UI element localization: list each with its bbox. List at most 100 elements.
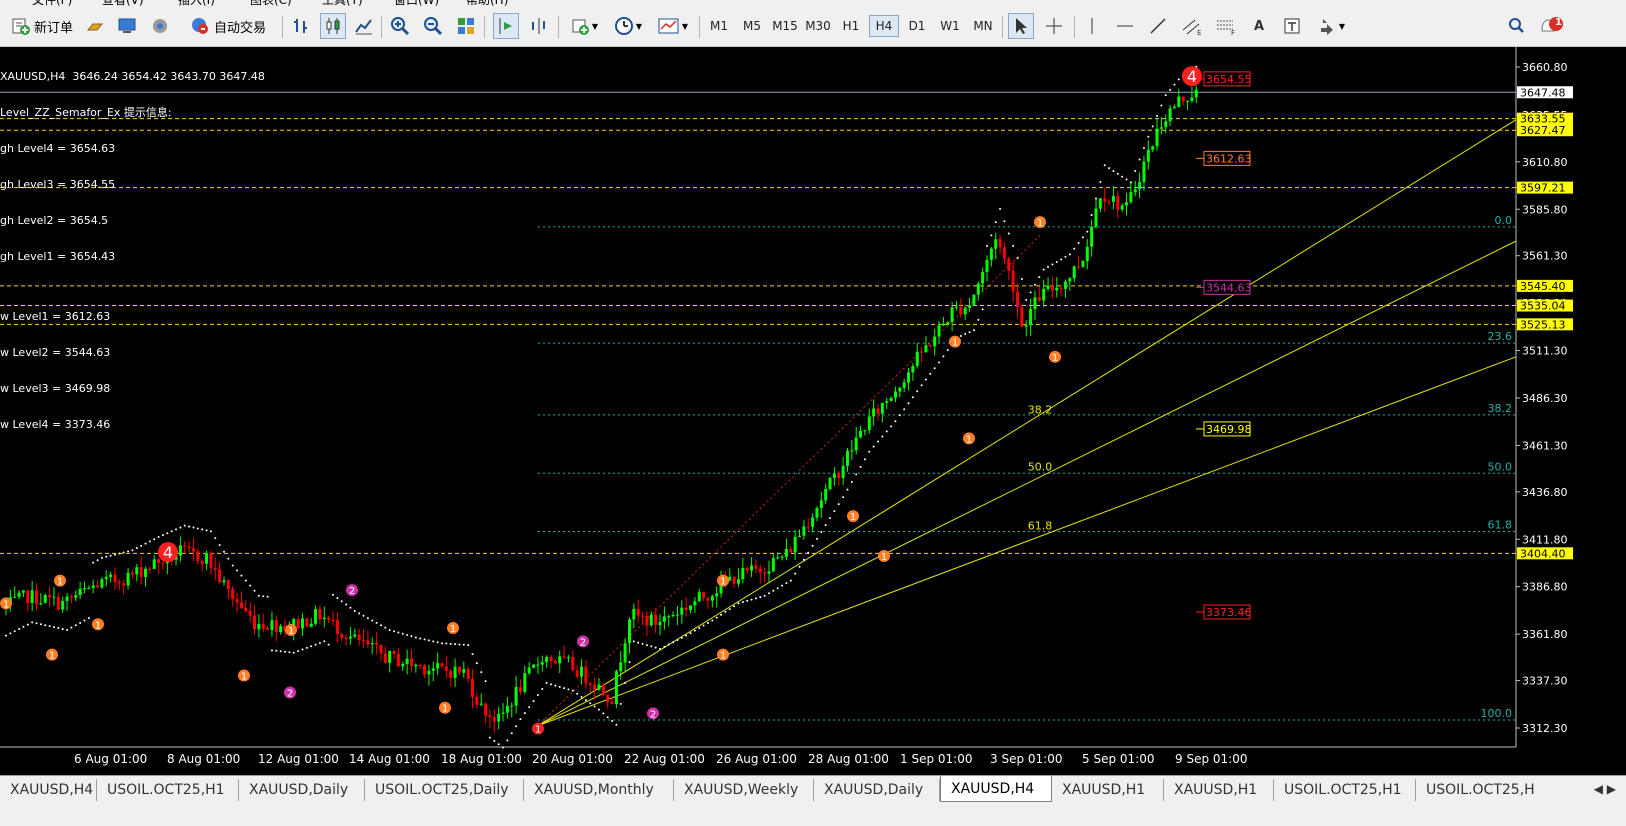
chart-tab[interactable]: XAUUSD,H1 <box>1164 779 1274 801</box>
horizontal-line-button[interactable] <box>1113 13 1137 39</box>
indicator-info-line: w Level3 = 3469.98 <box>0 382 111 395</box>
sar-dot <box>737 602 740 605</box>
candle-body <box>610 701 614 705</box>
trendline-button[interactable] <box>1146 13 1170 39</box>
navigator-button[interactable] <box>116 13 138 39</box>
sar-dot <box>458 643 461 646</box>
timeframe-h1[interactable]: H1 <box>836 15 866 37</box>
zoom-out-button[interactable] <box>421 13 445 39</box>
sar-dot <box>1051 263 1054 266</box>
equidistant-channel-button[interactable]: E <box>1179 13 1205 39</box>
candle-body <box>784 548 788 557</box>
chart-tab[interactable]: XAUUSD,Daily <box>239 779 365 801</box>
candle-body <box>893 391 897 398</box>
text-label-button[interactable] <box>1280 13 1304 39</box>
market-watch-button[interactable] <box>84 13 106 39</box>
candle-body <box>1133 189 1137 193</box>
candle-body <box>758 568 762 573</box>
candle-body <box>662 616 666 622</box>
sar-dot <box>288 651 291 654</box>
chart-window[interactable]: 3660.803635.553610.803585.803561.303536.… <box>0 47 1626 775</box>
sar-dot <box>52 626 55 629</box>
timeframe-m30[interactable]: M30 <box>803 15 833 37</box>
candle-body <box>82 588 86 590</box>
candle-body <box>510 705 514 707</box>
indicators-button[interactable]: ▼ <box>566 13 602 39</box>
tile-windows-button[interactable] <box>454 13 478 39</box>
timeframe-mn[interactable]: MN <box>968 15 998 37</box>
time-tick-label: 20 Aug 01:00 <box>532 752 613 766</box>
candlestick-button[interactable] <box>320 13 346 39</box>
terminal-button[interactable] <box>149 13 171 39</box>
toolbar-separator <box>699 16 700 38</box>
fibonacci-button[interactable]: F <box>1213 13 1239 39</box>
timeframe-d1[interactable]: D1 <box>902 15 932 37</box>
notifications-button[interactable]: 1 <box>1536 13 1566 39</box>
timeframe-h4[interactable]: H4 <box>869 15 899 37</box>
candle-body <box>205 553 209 564</box>
sar-dot <box>105 555 108 558</box>
indicator-info-line: gh Level4 = 3654.63 <box>0 142 116 155</box>
timeframe-w1[interactable]: W1 <box>935 15 965 37</box>
candle-body <box>492 717 496 722</box>
candle-body <box>471 678 475 698</box>
sar-dot <box>894 420 897 423</box>
tab-scroll-arrow-icon[interactable]: ◀ ▶ <box>1594 782 1616 796</box>
sar-dot <box>284 650 287 653</box>
chart-tab[interactable]: XAUUSD,Monthly <box>524 779 674 801</box>
vertical-line-button[interactable] <box>1080 13 1104 39</box>
sar-dot <box>323 640 326 643</box>
bar-chart-button[interactable] <box>289 13 313 39</box>
crosshair-button[interactable] <box>1042 13 1066 39</box>
text-tool-button[interactable]: A <box>1247 13 1271 39</box>
sar-dot <box>1047 266 1050 269</box>
chart-tab[interactable]: XAUUSD,Daily <box>814 779 940 801</box>
line-chart-button[interactable] <box>352 13 376 39</box>
cursor-tool-button[interactable] <box>1008 13 1034 39</box>
arrows-button[interactable]: ▼ <box>1314 13 1348 39</box>
candle-body <box>1016 291 1020 308</box>
chart-shift-button[interactable] <box>526 13 552 39</box>
chart-tab[interactable]: USOIL.OCT25,H <box>1416 779 1546 801</box>
timeframe-m1[interactable]: M1 <box>704 15 734 37</box>
candle-body <box>824 488 828 501</box>
templates-button[interactable]: ▼ <box>654 13 692 39</box>
chart-tab[interactable]: USOIL.OCT25,H1 <box>97 779 239 801</box>
candle-body <box>854 437 858 451</box>
new-order-button[interactable]: 新订单 <box>4 13 80 39</box>
candle-body <box>505 706 509 713</box>
chart-tab[interactable]: XAUUSD,Weekly <box>674 779 814 801</box>
chart-tab[interactable]: USOIL.OCT25,Daily <box>365 779 524 801</box>
autoscroll-button[interactable] <box>493 13 519 39</box>
timeframe-m5[interactable]: M5 <box>737 15 767 37</box>
candle-body <box>113 574 117 582</box>
price-tick-label: 3585.80 <box>1522 203 1568 216</box>
price-level-tag-label: 3597.21 <box>1520 182 1566 195</box>
sar-dot <box>1055 260 1058 263</box>
new-order-label: 新订单 <box>33 20 73 36</box>
chart-tab[interactable]: XAUUSD,H1 <box>1052 779 1164 801</box>
price-tick-label: 3411.80 <box>1522 533 1568 546</box>
horizontal-line-icon <box>1117 25 1133 27</box>
candle-body <box>632 608 636 620</box>
sar-dot <box>205 529 208 532</box>
sar-dot <box>109 554 112 557</box>
chart-tab-active[interactable]: XAUUSD,H4 <box>940 776 1052 802</box>
search-button[interactable] <box>1504 13 1528 39</box>
timeframe-m15[interactable]: M15 <box>770 15 800 37</box>
chart-tab[interactable]: USOIL.OCT25,H1 <box>1274 779 1416 801</box>
sar-dot <box>938 361 941 364</box>
zoom-in-button[interactable] <box>388 13 412 39</box>
candle-body <box>466 669 470 679</box>
candle-body <box>702 592 706 599</box>
toolbar-separator <box>558 16 559 38</box>
chart-tab[interactable]: XAUUSD,H4 <box>0 779 97 801</box>
sar-dot <box>192 526 195 529</box>
periods-button[interactable]: ▼ <box>610 13 646 39</box>
sar-dot <box>240 574 243 577</box>
auto-trade-button[interactable]: 自动交易 <box>182 13 274 39</box>
candle-body <box>954 306 958 308</box>
semafor-marker-label: 1 <box>1052 353 1058 364</box>
sar-dot <box>619 702 622 705</box>
candle-body <box>1081 261 1085 267</box>
